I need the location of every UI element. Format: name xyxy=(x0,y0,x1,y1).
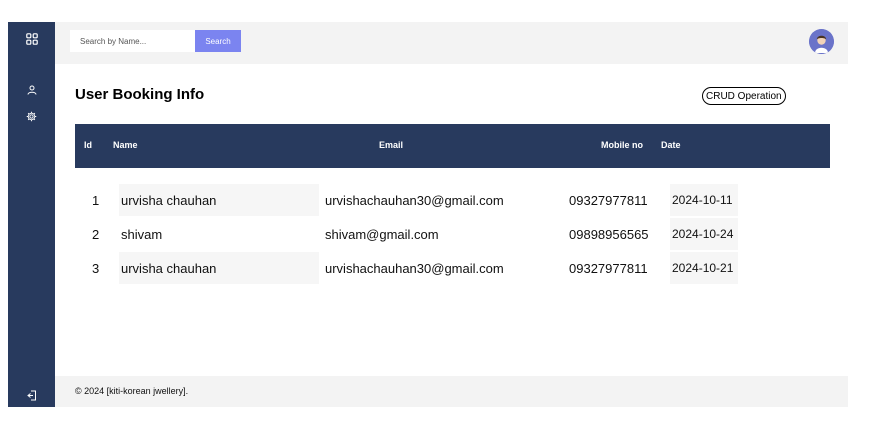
cell-mobile: 09327977811 xyxy=(569,192,648,208)
cell-id: 1 xyxy=(92,192,100,208)
crud-operation-button[interactable]: CRUD Operation xyxy=(702,87,786,105)
column-header-date: Date xyxy=(661,140,681,151)
avatar[interactable] xyxy=(809,29,834,54)
user-icon[interactable] xyxy=(8,83,55,97)
table-row: 2 shivam shivam@gmail.com 09898956565 20… xyxy=(75,218,755,250)
table-row: 1 urvisha chauhan urvishachauhan30@gmail… xyxy=(75,184,755,216)
column-header-email: Email xyxy=(379,140,404,151)
cell-id: 2 xyxy=(92,226,100,242)
cell-mobile: 09898956565 xyxy=(569,226,649,242)
cell-email: urvishachauhan30@gmail.com xyxy=(325,192,504,208)
copyright-text: © 2024 [kiti-korean jwellery]. xyxy=(75,386,189,396)
cell-name: urvisha chauhan xyxy=(119,184,319,216)
top-bar: Search xyxy=(55,22,848,64)
cell-email: shivam@gmail.com xyxy=(325,226,439,242)
cell-date: 2024-10-21 xyxy=(670,252,738,284)
cell-date: 2024-10-24 xyxy=(670,218,738,250)
search-button[interactable]: Search xyxy=(195,30,241,52)
footer: © 2024 [kiti-korean jwellery]. xyxy=(55,376,848,407)
column-header-mobile: Mobile no xyxy=(601,140,643,151)
sidebar xyxy=(8,22,55,407)
main-content: User Booking Info CRUD Operation Id Name… xyxy=(55,64,848,376)
cell-date: 2024-10-11 xyxy=(670,184,738,216)
grid-icon[interactable] xyxy=(8,31,55,47)
cell-email: urvishachauhan30@gmail.com xyxy=(325,260,504,276)
cell-name: shivam xyxy=(121,226,163,242)
table-header: Id Name Email Mobile no Date xyxy=(75,124,830,168)
cell-id: 3 xyxy=(92,260,100,276)
column-header-name: Name xyxy=(113,140,138,151)
column-header-id: Id xyxy=(84,140,92,151)
logout-icon[interactable] xyxy=(8,388,55,402)
cell-mobile: 09327977811 xyxy=(569,260,648,276)
table-row: 3 urvisha chauhan urvishachauhan30@gmail… xyxy=(75,252,755,284)
page-title: User Booking Info xyxy=(75,86,205,103)
gear-icon[interactable] xyxy=(8,109,55,123)
cell-name: urvisha chauhan xyxy=(119,252,319,284)
search-input[interactable] xyxy=(70,30,195,52)
